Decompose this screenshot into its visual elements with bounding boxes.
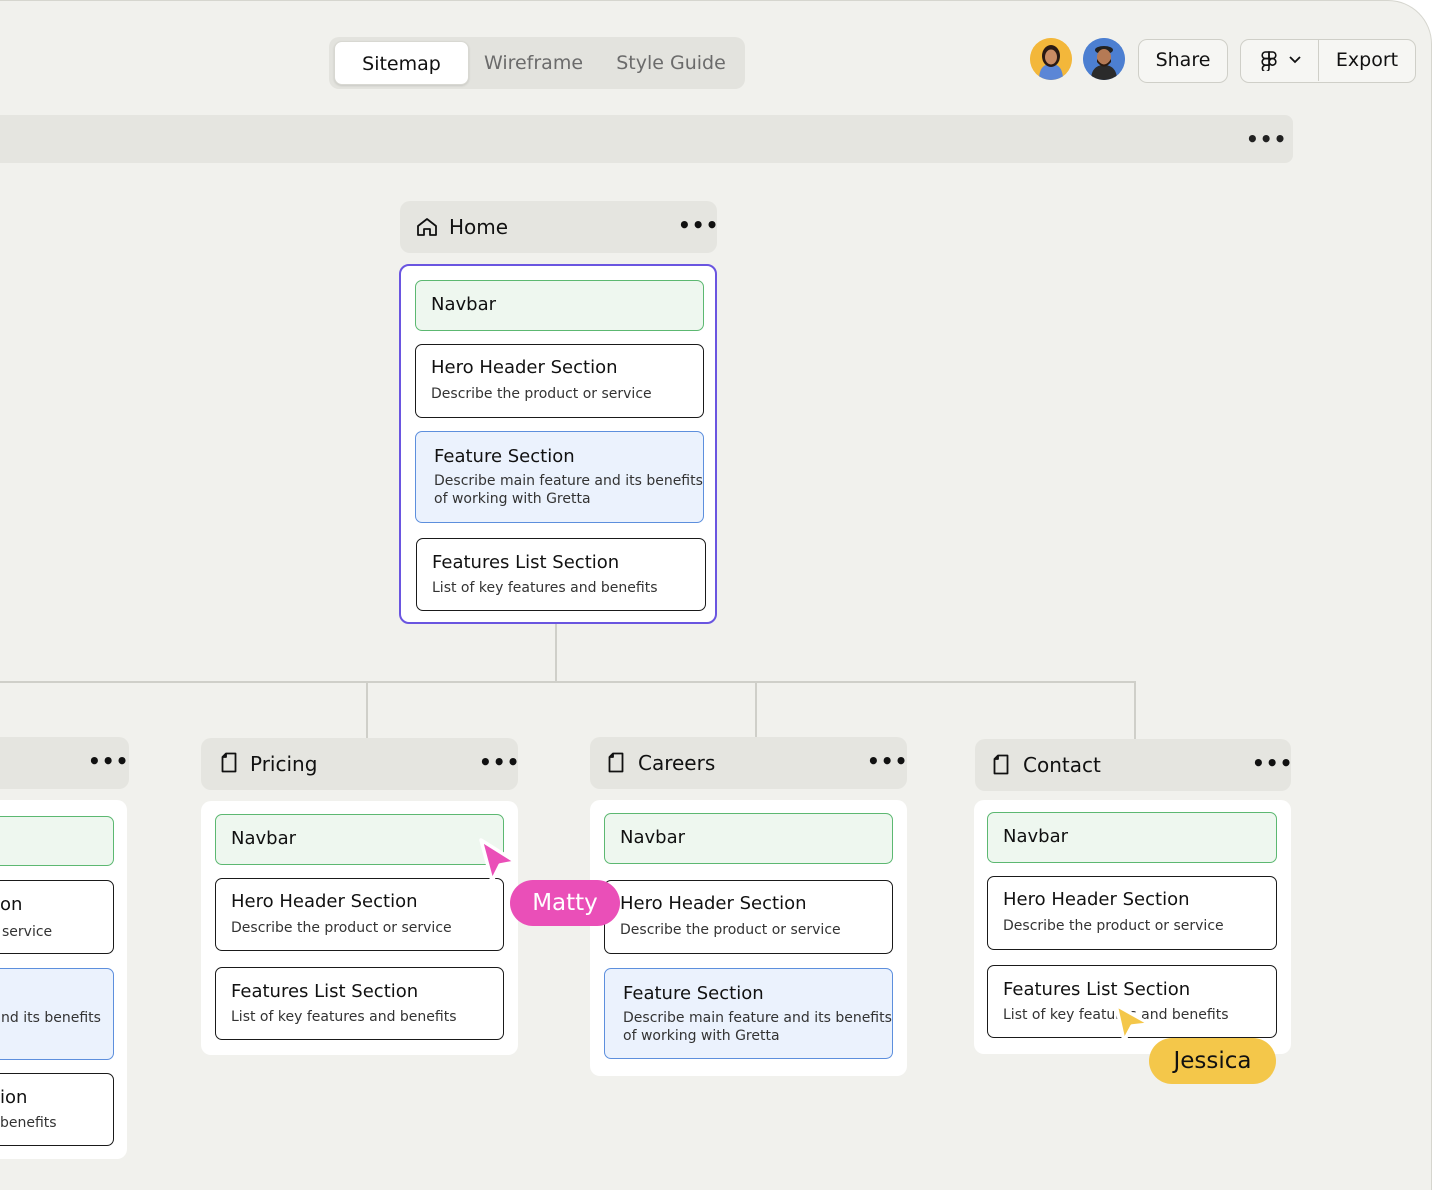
home-icon	[417, 218, 437, 236]
section-features-list[interactable]: Features List Section List of key featur…	[416, 538, 706, 611]
section-navbar[interactable]: Navbar	[415, 280, 704, 331]
section-description: Describe the product or service	[1003, 918, 1224, 934]
contact-page-header[interactable]: Contact •••	[975, 739, 1293, 791]
section-title: Navbar	[1003, 826, 1069, 847]
pricing-page-card[interactable]: Navbar Hero Header Section Describe the …	[201, 801, 518, 1055]
partial-page-header[interactable]: •••	[0, 737, 129, 789]
page-icon	[608, 752, 624, 773]
more-horizontal-icon[interactable]: •••	[88, 749, 129, 773]
section-title: Hero Header Section	[1003, 889, 1190, 910]
connector-line	[1134, 681, 1136, 739]
section-hero-header[interactable]: Hero Header Section Describe the product…	[604, 880, 893, 954]
section-description: Describe main feature and its benefits	[434, 473, 703, 489]
section-description: benefits	[0, 1115, 57, 1131]
section-title: Hero Header Section	[231, 891, 418, 912]
cursor-arrow-icon	[1114, 1003, 1152, 1043]
app-window: Sitemap Wireframe Style Guide Share Expo…	[0, 0, 1432, 1190]
section-hero-header[interactable]: Hero Header Section Describe the product…	[987, 876, 1277, 950]
section-description: Describe main feature and its benefits	[623, 1010, 892, 1026]
section-navbar[interactable]: Navbar	[604, 813, 893, 864]
page-icon	[221, 752, 237, 773]
section-navbar[interactable]	[0, 816, 114, 866]
section-description: List of key features and benefits	[231, 1009, 457, 1025]
section-title: Navbar	[231, 828, 297, 849]
avatar-man-icon	[1083, 38, 1125, 80]
more-horizontal-icon[interactable]: •••	[867, 749, 908, 773]
avatar-woman-icon	[1030, 38, 1072, 80]
section-title: Hero Header Section	[431, 357, 618, 378]
section-feature[interactable]: Feature Section Describe main feature an…	[415, 431, 704, 523]
section-description: Describe the product or service	[231, 920, 452, 936]
tab-sitemap[interactable]: Sitemap	[334, 41, 469, 85]
cursor-label-matty: Matty	[510, 880, 620, 926]
share-button[interactable]: Share	[1138, 39, 1228, 83]
more-horizontal-icon[interactable]: •••	[1252, 751, 1293, 775]
tab-style-guide[interactable]: Style Guide	[601, 41, 741, 85]
more-horizontal-icon[interactable]: •••	[678, 213, 719, 237]
pricing-page-header[interactable]: Pricing •••	[201, 738, 520, 790]
section-feature[interactable]: Feature Section Describe main feature an…	[604, 968, 893, 1059]
section-feature[interactable]: nd its benefits	[0, 968, 114, 1060]
section-title: Navbar	[620, 827, 686, 848]
section-description: nd its benefits	[1, 1010, 101, 1026]
connector-line	[366, 681, 368, 739]
export-button[interactable]: Export	[1320, 40, 1414, 81]
section-description: service	[2, 924, 53, 940]
page-title: Home	[449, 215, 509, 239]
section-hero-header[interactable]: on service	[0, 880, 114, 954]
section-title: Feature Section	[623, 983, 764, 1004]
connector-line	[755, 681, 757, 739]
cursor-arrow-icon	[479, 838, 518, 883]
cursor-label-jessica: Jessica	[1149, 1038, 1276, 1084]
home-page-header[interactable]: Home •••	[400, 201, 719, 253]
section-description: of working with Gretta	[623, 1028, 780, 1044]
section-title: on	[0, 894, 23, 915]
sitemap-toolbar: •••	[0, 115, 1293, 163]
figma-icon	[1261, 51, 1277, 71]
page-icon	[993, 754, 1009, 775]
section-title: Features List Section	[231, 981, 419, 1002]
section-title: Features List Section	[1003, 979, 1191, 1000]
careers-page-card[interactable]: Navbar Hero Header Section Describe the …	[590, 800, 907, 1076]
toolbar-more-icon[interactable]: •••	[1246, 129, 1287, 149]
view-switcher: Sitemap Wireframe Style Guide	[329, 37, 745, 89]
tab-wireframe[interactable]: Wireframe	[471, 41, 596, 85]
section-hero-header[interactable]: Hero Header Section Describe the product…	[215, 878, 504, 951]
avatar-user-2[interactable]	[1083, 38, 1125, 80]
section-title: Features List Section	[432, 552, 620, 573]
section-description: Describe the product or service	[620, 922, 841, 938]
careers-page-header[interactable]: Careers •••	[590, 737, 907, 789]
figma-dropdown-button[interactable]	[1241, 40, 1319, 81]
home-page-card[interactable]: Navbar Hero Header Section Describe the …	[399, 264, 717, 624]
section-title: Navbar	[431, 294, 497, 315]
page-title: Pricing	[250, 752, 318, 776]
partial-page-card[interactable]: on service nd its benefits ion benefits	[0, 800, 127, 1159]
export-group: Export	[1240, 39, 1416, 83]
section-description: Describe the product or service	[431, 386, 652, 402]
more-horizontal-icon[interactable]: •••	[479, 750, 520, 774]
avatar-user-1[interactable]	[1030, 38, 1072, 80]
section-features-list[interactable]: ion benefits	[0, 1073, 114, 1146]
page-title: Contact	[1023, 753, 1101, 777]
section-hero-header[interactable]: Hero Header Section Describe the product…	[415, 344, 704, 418]
section-title: ion	[0, 1087, 28, 1108]
page-title: Careers	[638, 751, 716, 775]
section-description: of working with Gretta	[434, 491, 591, 507]
section-navbar[interactable]: Navbar	[215, 814, 504, 865]
connector-line	[555, 624, 557, 682]
section-title: Hero Header Section	[620, 893, 807, 914]
section-title: Feature Section	[434, 446, 575, 467]
section-description: List of key features and benefits	[432, 580, 658, 596]
connector-line	[0, 681, 1136, 683]
chevron-down-icon	[1289, 56, 1301, 64]
section-features-list[interactable]: Features List Section List of key featur…	[215, 967, 504, 1040]
section-navbar[interactable]: Navbar	[987, 812, 1277, 863]
